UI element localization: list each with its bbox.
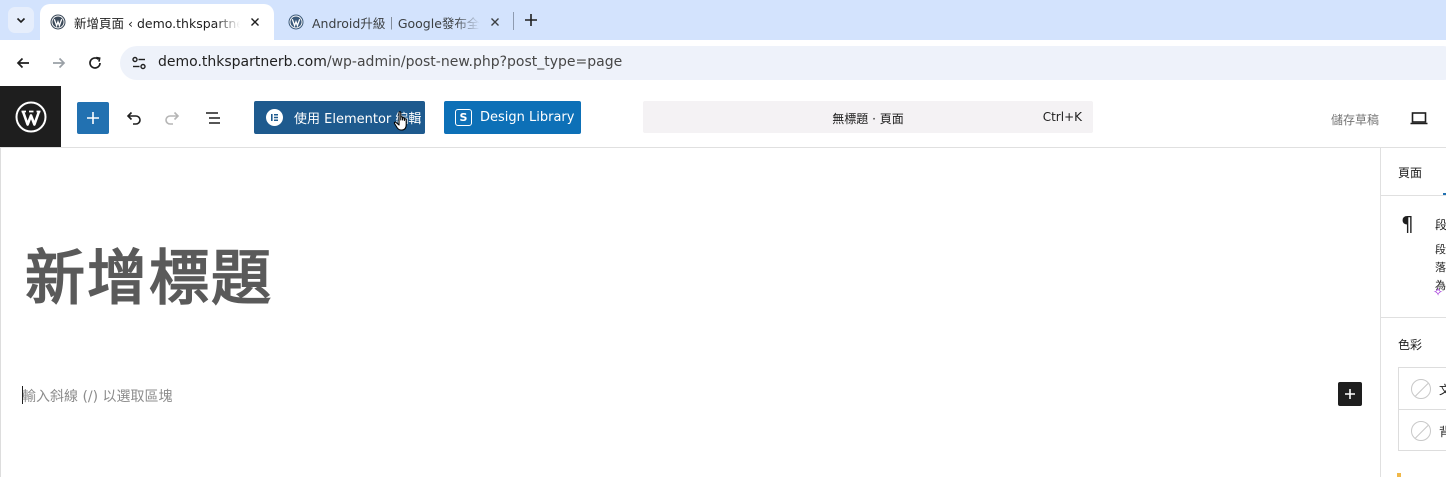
post-title-input[interactable]: 新增標題	[25, 230, 273, 317]
site-settings-icon[interactable]	[130, 54, 148, 72]
paragraph-icon: ¶	[1401, 212, 1414, 236]
settings-sidebar: 頁面 ¶ 段落 段落為 ✧ 色彩 文字 背景	[1380, 148, 1446, 477]
design-library-label: Design Library	[480, 110, 575, 125]
redo-button[interactable]	[159, 104, 187, 132]
tab-android-article[interactable]: Android升級｜Google發布全新功能	[278, 4, 514, 40]
paragraph-block-placeholder[interactable]: 輸入斜線 (/) 以選取區塊	[22, 386, 173, 406]
address-bar[interactable]: demo.thkspartnerb.com/wp-admin/post-new.…	[120, 46, 1446, 80]
document-title-bar[interactable]: 無標題 · 頁面 Ctrl+K	[643, 101, 1093, 133]
design-library-button[interactable]: S Design Library	[444, 101, 581, 134]
wordpress-icon	[288, 14, 304, 30]
color-settings-panel: 文字 背景	[1398, 367, 1446, 451]
notice-accent	[1397, 473, 1401, 477]
browser-toolbar: demo.thkspartnerb.com/wp-admin/post-new.…	[0, 40, 1446, 86]
wordpress-logo-button[interactable]	[0, 86, 61, 147]
tab-title: Android升級｜Google發布全新功能	[312, 15, 480, 31]
undo-button[interactable]	[119, 104, 147, 132]
desktop-icon	[1410, 112, 1428, 125]
hand-cursor-icon	[393, 111, 407, 131]
sparkle-icon[interactable]: ✧	[1433, 285, 1443, 299]
plus-icon	[87, 112, 99, 124]
new-tab-button[interactable]	[519, 8, 543, 32]
url-path: /wp-admin/post-new.php?post_type=page	[326, 54, 623, 70]
color-swatch-icon	[1411, 421, 1431, 441]
tab-close-icon[interactable]	[246, 13, 264, 31]
document-overview-button[interactable]	[199, 104, 227, 132]
redo-icon	[165, 111, 180, 125]
forward-button[interactable]	[46, 50, 72, 76]
document-title: 無標題 · 頁面	[832, 112, 904, 126]
design-library-icon: S	[455, 109, 472, 126]
color-swatch-icon	[1411, 379, 1431, 399]
wordpress-icon	[15, 101, 46, 132]
tab-title: 新增頁面 ‹ demo.thkspartnerb.com — WordPress	[74, 15, 240, 31]
wordpress-icon	[50, 14, 66, 30]
text-color-label: 文字	[1439, 381, 1446, 398]
command-shortcut: Ctrl+K	[1042, 110, 1082, 124]
arrow-right-icon	[53, 57, 66, 69]
list-view-icon	[206, 112, 220, 124]
url-host: demo.thkspartnerb.com	[158, 54, 327, 70]
tab-separator	[513, 12, 514, 30]
url-text: demo.thkspartnerb.com/wp-admin/post-new.…	[158, 54, 622, 70]
preview-button[interactable]	[1407, 106, 1431, 130]
save-draft-button[interactable]: 儲存草稿	[1331, 111, 1379, 128]
elementor-icon	[266, 109, 283, 126]
sidebar-tabs: 頁面	[1381, 148, 1446, 196]
text-color-row[interactable]: 文字	[1399, 368, 1446, 409]
plus-icon	[1345, 389, 1355, 399]
back-button[interactable]	[10, 50, 36, 76]
block-name: 段落	[1435, 218, 1446, 232]
chevron-down-icon	[16, 17, 26, 24]
tab-page[interactable]: 頁面	[1398, 164, 1422, 181]
colors-heading: 色彩	[1398, 338, 1423, 352]
tab-search-button[interactable]	[8, 7, 34, 33]
plus-icon	[525, 14, 537, 26]
text-caret	[22, 386, 23, 404]
tab-new-page[interactable]: 新增頁面 ‹ demo.thkspartnerb.com — WordPress	[40, 4, 274, 40]
editor-header: 使用 Elementor 編輯 S Design Library 無標題 · 頁…	[0, 86, 1446, 148]
arrow-left-icon	[16, 57, 29, 69]
tab-close-icon[interactable]	[486, 13, 504, 31]
reload-icon	[89, 56, 101, 69]
background-color-label: 背景	[1439, 423, 1446, 440]
undo-icon	[126, 111, 141, 125]
sidebar-divider	[1381, 317, 1446, 318]
reload-button[interactable]	[82, 50, 108, 76]
block-inserter-button[interactable]	[77, 102, 109, 134]
editor-canvas: 新增標題 輸入斜線 (/) 以選取區塊	[0, 148, 1380, 477]
browser-tabstrip: 新增頁面 ‹ demo.thkspartnerb.com — WordPress…	[0, 0, 1446, 40]
background-color-row[interactable]: 背景	[1399, 409, 1446, 450]
add-block-button[interactable]	[1338, 382, 1362, 406]
